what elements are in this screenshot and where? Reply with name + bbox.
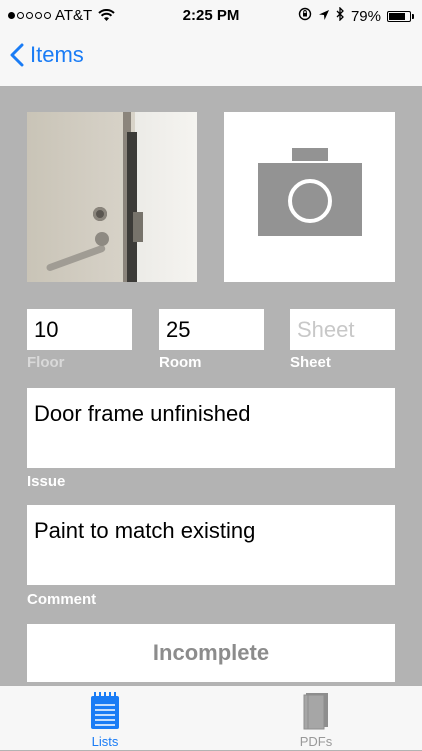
- status-bar: AT&T 2:25 PM 79%: [0, 0, 422, 32]
- floor-label: Floor: [27, 354, 65, 371]
- add-photo-button[interactable]: [224, 112, 395, 282]
- floor-field[interactable]: 10: [27, 309, 132, 350]
- tab-lists-label: Lists: [91, 734, 119, 749]
- status-right: 79%: [298, 6, 414, 25]
- tab-lists[interactable]: Lists: [35, 686, 175, 751]
- battery-percent: 79%: [350, 7, 381, 25]
- issue-textarea[interactable]: Door frame unfinished: [27, 388, 395, 468]
- battery-fill: [389, 12, 405, 20]
- comment-textarea[interactable]: Paint to match existing: [27, 505, 395, 585]
- camera-icon: [258, 148, 362, 241]
- sheet-field[interactable]: Sheet: [290, 309, 395, 350]
- battery-icon: [387, 10, 414, 22]
- comment-label: Comment: [27, 591, 97, 608]
- bluetooth-icon: [336, 6, 345, 25]
- issue-label: Issue: [27, 473, 66, 490]
- status-toggle-button[interactable]: Incomplete: [27, 624, 395, 682]
- door-photo[interactable]: [27, 112, 197, 282]
- sheet-label: Sheet: [290, 354, 331, 371]
- room-label: Room: [159, 354, 202, 371]
- tab-pdfs-label: PDFs: [299, 734, 333, 749]
- tab-pdfs[interactable]: PDFs: [246, 686, 386, 751]
- notepad-icon: [90, 692, 120, 735]
- room-field[interactable]: 25: [159, 309, 264, 350]
- navigation-bar: Items: [0, 32, 422, 87]
- location-arrow-icon: [318, 8, 330, 25]
- book-icon: [302, 692, 330, 735]
- chevron-left-icon: [10, 43, 24, 67]
- back-label: Items: [30, 42, 84, 67]
- back-button[interactable]: Items: [10, 42, 84, 68]
- orientation-lock-icon: [298, 7, 312, 25]
- tab-bar: Lists PDFs: [0, 685, 422, 750]
